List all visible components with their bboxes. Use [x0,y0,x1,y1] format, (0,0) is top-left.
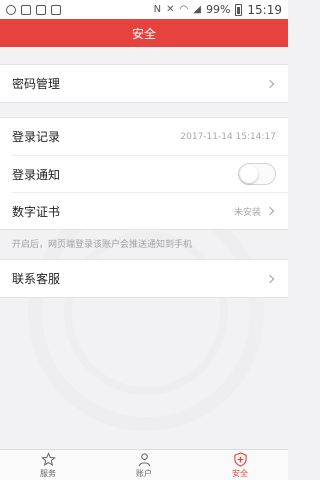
tab-service[interactable]: 服务 [0,450,96,480]
tab-security[interactable]: 安全 [192,450,288,480]
chevron-right-icon [265,206,275,216]
notification-icon [6,4,16,15]
star-icon [40,451,56,466]
status-left-icons [6,4,61,15]
battery-icon [235,3,243,16]
login-record-time: 2017-11-14 15:14:17 [180,131,276,142]
tab-service-label: 服务 [40,468,56,478]
password-management-label: 密码管理 [12,77,61,91]
mute-icon: ✕ [166,3,175,15]
mail-icon [36,4,46,15]
toggle-knob [240,165,258,183]
certificate-label: 数字证书 [12,204,61,219]
background-watermark [28,195,264,431]
login-record-label: 登录记录 [12,130,61,144]
password-management-row[interactable]: 密码管理 [0,65,288,102]
tab-account-label: 账户 [136,468,152,478]
signal-icon: ◢ [193,3,201,15]
wifi-icon: ◠ [179,3,189,15]
shield-plus-icon [233,451,247,467]
certificate-status: 未安装 [233,207,261,218]
login-record-row[interactable]: 登录记录 2017-11-14 15:14:17 [0,118,288,155]
tab-security-label: 安全 [232,468,248,478]
battery-percent: 99% [205,3,231,16]
tab-account[interactable]: 账户 [96,450,192,480]
status-right-icons: N ✕ ◠ ◢ 99% 15:19 [154,3,282,17]
contact-support-label: 联系客服 [12,272,61,286]
chevron-right-icon [265,79,275,88]
login-notify-row: 登录通知 [12,155,288,192]
certificate-row[interactable]: 数字证书 未安装 [12,192,288,229]
login-section: 登录记录 2017-11-14 15:14:17 登录通知 数字证书 未安装 [0,117,288,230]
login-notify-toggle[interactable] [238,163,276,185]
status-bar: N ✕ ◠ ◢ 99% 15:19 [0,0,288,19]
page-header: 安全 [0,19,288,47]
status-time: 15:19 [247,2,282,17]
login-notify-label: 登录通知 [12,167,61,182]
page-title: 安全 [131,26,156,41]
gallery-icon [51,4,61,15]
chevron-right-icon [265,274,275,283]
contact-support-row[interactable]: 联系客服 [0,260,288,297]
person-icon [138,452,150,466]
password-section: 密码管理 [0,64,288,103]
photo-icon [21,4,31,15]
bottom-tab-bar: 服务 账户 安全 [0,449,288,480]
nfc-icon: N [153,3,162,15]
login-notify-hint: 开启后，网页端登录该账户会推送通知到手机 [12,240,193,250]
support-section: 联系客服 [0,259,288,298]
